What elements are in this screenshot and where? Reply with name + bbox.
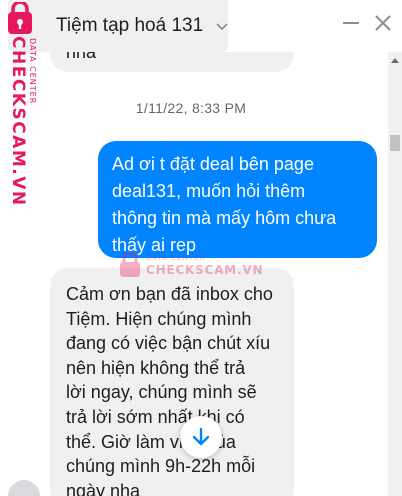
watermark-brand: CHECKSCAM.VN [146,263,264,277]
watermark-side: CHECKSCAM.VN DATA CENTER [0,0,48,210]
chat-window: nha 1/11/22, 8:33 PM Ad ơi t đặt deal bê… [0,0,402,496]
lock-icon [8,2,32,34]
message-line: chúng mình 9h-22h mỗi [66,456,256,477]
message-line: nên hiện không thể trả [66,357,246,378]
caret-up-icon [391,58,399,63]
chat-header: Tiệm tạp hoá 131 [0,0,402,52]
scroll-to-bottom-button[interactable] [180,416,222,458]
minimize-button[interactable] [340,12,362,34]
close-icon [375,15,391,31]
message-line: lời ngay, chúng mình sẽ [66,382,257,403]
scrollbar-thumb[interactable] [390,135,400,151]
incoming-message: Cảm ơn bạn đã inbox cho Tiệm. Hiện chúng… [50,268,294,496]
message-line: deal131, muốn hỏi thêm [112,181,306,201]
message-timestamp: 1/11/22, 8:33 PM [135,100,247,116]
scrollbar[interactable] [388,52,402,496]
close-button[interactable] [372,12,394,34]
chevron-down-icon [215,19,229,33]
watermark-tagline: DATA CENTER [146,254,206,262]
message-line: đang có việc bận chút xíu [66,333,271,354]
message-line: Ad ơi t đặt deal bên page [112,154,314,174]
message-line: ngày nha [66,480,141,496]
arrow-down-icon [192,427,210,446]
watermark-tagline: DATA CENTER [28,38,37,105]
message-line: trả lời sớm nhất khi có [66,406,245,427]
conversation-title: Tiệm tạp hoá 131 [56,15,204,36]
minimize-icon [343,22,359,24]
contact-avatar [8,480,40,496]
message-line: thể. Giờ làm việc của [66,431,236,452]
message-line: thông tin mà mấy hôm chưa [112,208,337,228]
lock-icon [120,252,140,277]
watermark-brand: CHECKSCAM.VN [8,36,28,207]
scroll-up-arrow[interactable] [388,52,402,68]
watermark-center: DATA CENTER CHECKSCAM.VN [118,248,268,288]
message-line: Tiệm. Hiện chúng mình [66,308,252,329]
outgoing-message: Ad ơi t đặt deal bên page deal131, muốn … [98,141,377,258]
